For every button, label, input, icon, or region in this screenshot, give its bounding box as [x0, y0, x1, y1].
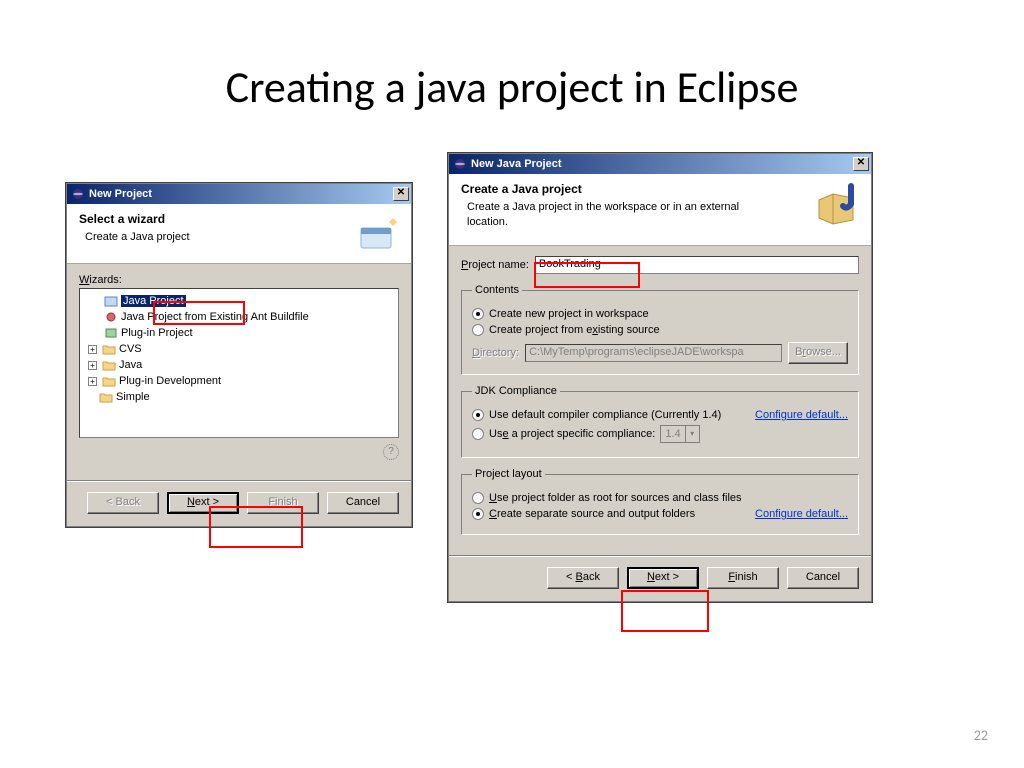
ant-icon: [104, 311, 118, 323]
project-name-row: Project name: BookTrading: [461, 256, 859, 274]
titlebar-title: New Project: [89, 188, 389, 200]
wizards-label: Wizards:: [79, 274, 399, 286]
contents-legend: Contents: [472, 284, 522, 296]
expander-icon[interactable]: +: [88, 345, 97, 354]
help-icon[interactable]: ?: [383, 444, 399, 460]
folder-icon: [102, 375, 116, 387]
slide-title: Creating a java project in Eclipse: [0, 60, 1024, 114]
java-project-icon: [104, 295, 118, 307]
radio-icon: [472, 409, 484, 421]
next-button[interactable]: Next >: [627, 567, 699, 589]
expander-icon[interactable]: +: [88, 377, 97, 386]
project-name-input[interactable]: BookTrading: [535, 256, 859, 274]
radio-icon: [472, 308, 484, 320]
eclipse-icon: [453, 157, 467, 171]
banner: Create a Java project Create a Java proj…: [449, 174, 871, 246]
contents-group: Contents Create new project in workspace…: [461, 284, 859, 375]
radio-root-folder[interactable]: Use project folder as root for sources a…: [472, 492, 848, 504]
tree-item-ant[interactable]: Java Project from Existing Ant Buildfile: [84, 309, 394, 325]
tree-item-java-project[interactable]: Java Project: [84, 293, 394, 309]
wizard-tree[interactable]: Java Project Java Project from Existing …: [79, 288, 399, 438]
directory-input: C:\MyTemp\programs\eclipseJADE\workspa: [525, 344, 782, 362]
back-button[interactable]: < Back: [547, 567, 619, 589]
tree-item-java[interactable]: + Java: [84, 357, 394, 373]
plugin-icon: [104, 327, 118, 339]
close-button[interactable]: ✕: [393, 187, 409, 201]
folder-icon: [102, 343, 116, 355]
titlebar: New Java Project ✕: [449, 154, 871, 174]
finish-button[interactable]: Finish: [247, 492, 319, 514]
wizard-icon: [353, 212, 401, 256]
project-name-label: Project name:: [461, 259, 529, 271]
button-row: < Back Next > Finish Cancel: [449, 567, 871, 601]
radio-icon: [472, 492, 484, 504]
button-row: < Back Next > Finish Cancel: [67, 492, 411, 526]
folder-icon: [102, 359, 116, 371]
close-button[interactable]: ✕: [853, 157, 869, 171]
jdk-legend: JDK Compliance: [472, 385, 560, 397]
radio-specific-compliance[interactable]: Use a project specific compliance: 1.4▾: [472, 425, 848, 443]
cancel-button[interactable]: Cancel: [787, 567, 859, 589]
titlebar: New Project ✕: [67, 184, 411, 204]
jdk-group: JDK Compliance Use default compiler comp…: [461, 385, 859, 458]
directory-label: Directory:: [472, 347, 519, 359]
radio-default-compliance[interactable]: Use default compiler compliance (Current…: [472, 409, 848, 421]
configure-layout-link[interactable]: Configure default...: [755, 508, 848, 520]
chevron-down-icon: ▾: [685, 426, 699, 442]
banner: Select a wizard Create a Java project: [67, 204, 411, 264]
radio-existing[interactable]: Create project from existing source: [472, 324, 848, 336]
finish-button[interactable]: Finish: [707, 567, 779, 589]
page-number: 22: [974, 727, 988, 744]
layout-group: Project layout Use project folder as roo…: [461, 468, 859, 535]
tree-item-plugindev[interactable]: + Plug-in Development: [84, 373, 394, 389]
radio-separate-folders[interactable]: Create separate source and output folder…: [472, 508, 848, 520]
configure-default-link[interactable]: Configure default...: [755, 409, 848, 421]
java-project-banner-icon: [813, 182, 861, 226]
tree-item-simple[interactable]: Simple: [84, 389, 394, 405]
back-button[interactable]: < Back: [87, 492, 159, 514]
next-button[interactable]: Next >: [167, 492, 239, 514]
new-java-project-dialog: New Java Project ✕ Create a Java project…: [448, 153, 872, 602]
radio-icon: [472, 508, 484, 520]
banner-title: Select a wizard: [79, 212, 399, 226]
banner-subtitle: Create a Java project in the workspace o…: [467, 200, 746, 230]
tree-item-cvs[interactable]: + CVS: [84, 341, 394, 357]
cancel-button[interactable]: Cancel: [327, 492, 399, 514]
titlebar-title: New Java Project: [471, 158, 849, 170]
layout-legend: Project layout: [472, 468, 545, 480]
browse-button[interactable]: Browse...: [788, 342, 848, 364]
radio-icon: [472, 428, 484, 440]
tree-item-plugin[interactable]: Plug-in Project: [84, 325, 394, 341]
compliance-dropdown: 1.4▾: [660, 425, 699, 443]
expander-icon[interactable]: +: [88, 361, 97, 370]
radio-icon: [472, 324, 484, 336]
eclipse-icon: [71, 187, 85, 201]
banner-title: Create a Java project: [461, 182, 859, 196]
folder-icon: [99, 391, 113, 403]
banner-subtitle: Create a Java project: [85, 230, 309, 245]
new-project-dialog: New Project ✕ Select a wizard Create a J…: [66, 183, 412, 527]
radio-workspace[interactable]: Create new project in workspace: [472, 308, 848, 320]
